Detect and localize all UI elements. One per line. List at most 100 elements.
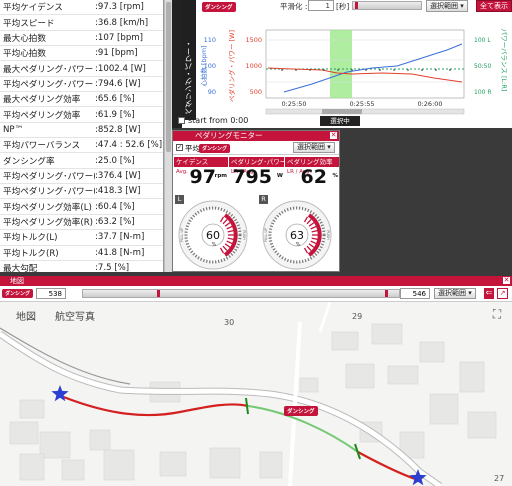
map-building — [39, 431, 71, 459]
stat-label: 平均ペダリング効率 — [3, 110, 81, 121]
map-building — [89, 429, 111, 451]
map-cursor-logo: ダンシング — [284, 406, 318, 416]
stat-value: :41.8 [N-m] — [95, 247, 145, 258]
y-left2-tick: 1500 — [245, 36, 262, 44]
stat-value: :65.6 [%] — [95, 94, 135, 105]
tab-aerial[interactable]: 航空写真 — [55, 308, 95, 323]
graph-bottom-scroll[interactable]: 選択中 — [320, 116, 360, 126]
stat-value: :47.4 : 52.6 [%] — [95, 140, 163, 151]
graph-chart[interactable]: 1101009015001000500100 L50:50100 R心拍数 [b… — [172, 0, 512, 128]
metric-efficiency-value: 62% — [285, 167, 339, 187]
fullscreen-icon[interactable]: ⛶ — [490, 308, 504, 322]
metric-efficiency-unit: % — [332, 173, 338, 179]
stat-value: :25.0 [%] — [95, 155, 135, 166]
stat-value: :107 [bpm] — [95, 32, 144, 43]
balance-dot — [407, 69, 409, 71]
stat-value: :376.4 [W] — [95, 170, 141, 181]
stat-label: 最大心拍数 — [3, 33, 46, 44]
map-logo: ダンシング — [2, 289, 34, 298]
start-from-text: start from 0:00 — [188, 116, 249, 125]
stat-value: :852.8 [W] — [95, 124, 141, 135]
monitor-avg-checkbox[interactable]: ✓ — [176, 144, 183, 151]
metric-cadence: ケイデンス Avg. 97 rpm — [174, 157, 228, 193]
map-building — [19, 399, 45, 419]
map-building — [387, 365, 419, 385]
balance-dot — [337, 69, 339, 71]
metric-cadence-unit: rpm — [214, 173, 227, 179]
map-close-icon[interactable]: ✕ — [502, 276, 511, 285]
start-from-label: start from 0:00 — [178, 116, 248, 125]
x-tick: 0:26:00 — [417, 100, 442, 108]
pedaling-monitor: ペダリングモニター ✕ ✓ 平均 選択範囲 ▾ ダンシング ケイデンス Avg.… — [172, 130, 340, 272]
stats-scroll-thumb[interactable] — [166, 2, 171, 152]
map-range-bar: ダンシング 538 546 選択範囲 ▾ ⇐ ↗ — [0, 286, 512, 302]
left-gauge-value: 60 — [206, 229, 220, 242]
start-from-checkbox[interactable] — [178, 117, 185, 124]
y-left2-tick: 500 — [250, 88, 262, 96]
map-range-start[interactable]: 538 — [36, 288, 66, 299]
metric-cadence-number: 97 — [189, 166, 216, 188]
stat-label: 平均ケイデンス — [3, 3, 63, 14]
balance-dot — [421, 69, 423, 71]
map-range-select[interactable]: 選択範囲 ▾ — [434, 288, 476, 299]
graph-panel: ペダリング・パワー・ ダンシング 平滑化 : 1 [秒] 選択範囲 ▾ 全て表示… — [172, 0, 512, 128]
map-building — [19, 453, 45, 481]
map-panel: 地図 ✕ ダンシング 538 546 選択範囲 ▾ ⇐ ↗ 地図 航空写真 ⛶ … — [0, 276, 512, 486]
pedal-gauges: 60% PULL UP PUSH 63% PULL UP PUSH — [178, 200, 332, 270]
map-road-minor — [288, 321, 302, 486]
stat-value: :91 [bpm] — [95, 48, 138, 59]
stat-row: 平均スピード:36.8 [km/h] — [0, 15, 163, 31]
map-building — [299, 377, 319, 393]
balance-dot — [449, 69, 451, 71]
stat-value: :97.3 [rpm] — [95, 2, 144, 13]
monitor-range-select[interactable]: 選択範囲 ▾ — [293, 142, 335, 153]
tab-map[interactable]: 地図 — [16, 308, 36, 323]
right-gauge-unit: % — [296, 242, 301, 248]
balance-dot — [295, 69, 297, 71]
map-range-end[interactable]: 546 — [400, 288, 430, 299]
monitor-titlebar[interactable]: ペダリングモニター ✕ — [173, 131, 339, 141]
monitor-close-icon[interactable]: ✕ — [329, 131, 338, 140]
map-arrow-icon[interactable]: ⇐ — [484, 288, 494, 299]
monitor-subbar: ✓ 平均 選択範囲 ▾ — [173, 141, 339, 155]
monitor-range-select-label: 選択範囲 — [297, 143, 325, 151]
balance-dot — [281, 69, 283, 71]
app-root: 平均ケイデンス :97.3 [rpm] 平均スピード:36.8 [km/h] 最大心拍… — [0, 0, 512, 486]
y-right-tick: 50:50 — [474, 63, 491, 70]
map-export-icon[interactable]: ↗ — [497, 288, 508, 299]
map-slider-handle-end[interactable] — [385, 290, 388, 297]
stat-value: :7.5 [%] — [95, 263, 130, 272]
map-range-slider[interactable] — [82, 289, 400, 298]
monitor-avg-label: 平均 — [185, 144, 200, 153]
right-gauge-ring-text: PULL UP — [264, 228, 268, 242]
stat-row: 平均ケイデンス :97.3 [rpm] — [0, 0, 163, 16]
stats-scrollbar[interactable] — [164, 0, 172, 272]
right-gauge-value: 63 — [290, 229, 304, 242]
y-right-axis-label: パワーバランス [L:R] — [500, 29, 508, 92]
stat-label: 平均ペダリング･パワー — [3, 79, 94, 90]
map-area[interactable]: 地図 航空写真 ⛶ 30 29 27 ダンシング — [0, 302, 512, 486]
stat-label: 平均ペダリング効率(R) — [3, 217, 94, 228]
stat-value: :36.8 [km/h] — [95, 17, 149, 28]
stat-label: 最大ペダリング効率 — [3, 95, 81, 106]
stat-value: :60.4 [%] — [95, 201, 135, 212]
stat-row: 最大ペダリング･パワー:1002.4 [W] — [0, 61, 163, 77]
metric-power: ペダリング･パワー LR / Avg. 795 W — [229, 157, 284, 193]
monitor-logo: ダンシング — [199, 144, 231, 153]
stat-row: 平均ペダリング効率:61.9 [%] — [0, 107, 163, 123]
y-left-tick: 90 — [208, 88, 216, 96]
y-left2-axis-label: ペダリング・パワー [W] — [227, 30, 236, 102]
map-canvas[interactable] — [0, 302, 512, 486]
map-building — [159, 451, 187, 477]
stat-label: 平均ペダリング効率(L) — [3, 202, 92, 213]
map-titlebar[interactable]: 地図 ✕ — [0, 276, 512, 286]
map-building — [9, 421, 39, 445]
stat-label: 平均ペダリング･パワー(R) — [3, 187, 95, 198]
map-slider-handle-start[interactable] — [157, 290, 160, 297]
monitor-title: ペダリングモニター — [195, 131, 263, 140]
map-building — [371, 323, 403, 345]
map-range-marker-start — [245, 397, 249, 415]
map-title: 地図 — [10, 277, 24, 285]
map-building — [331, 331, 359, 351]
stat-label: ダンシング率 — [3, 156, 55, 167]
